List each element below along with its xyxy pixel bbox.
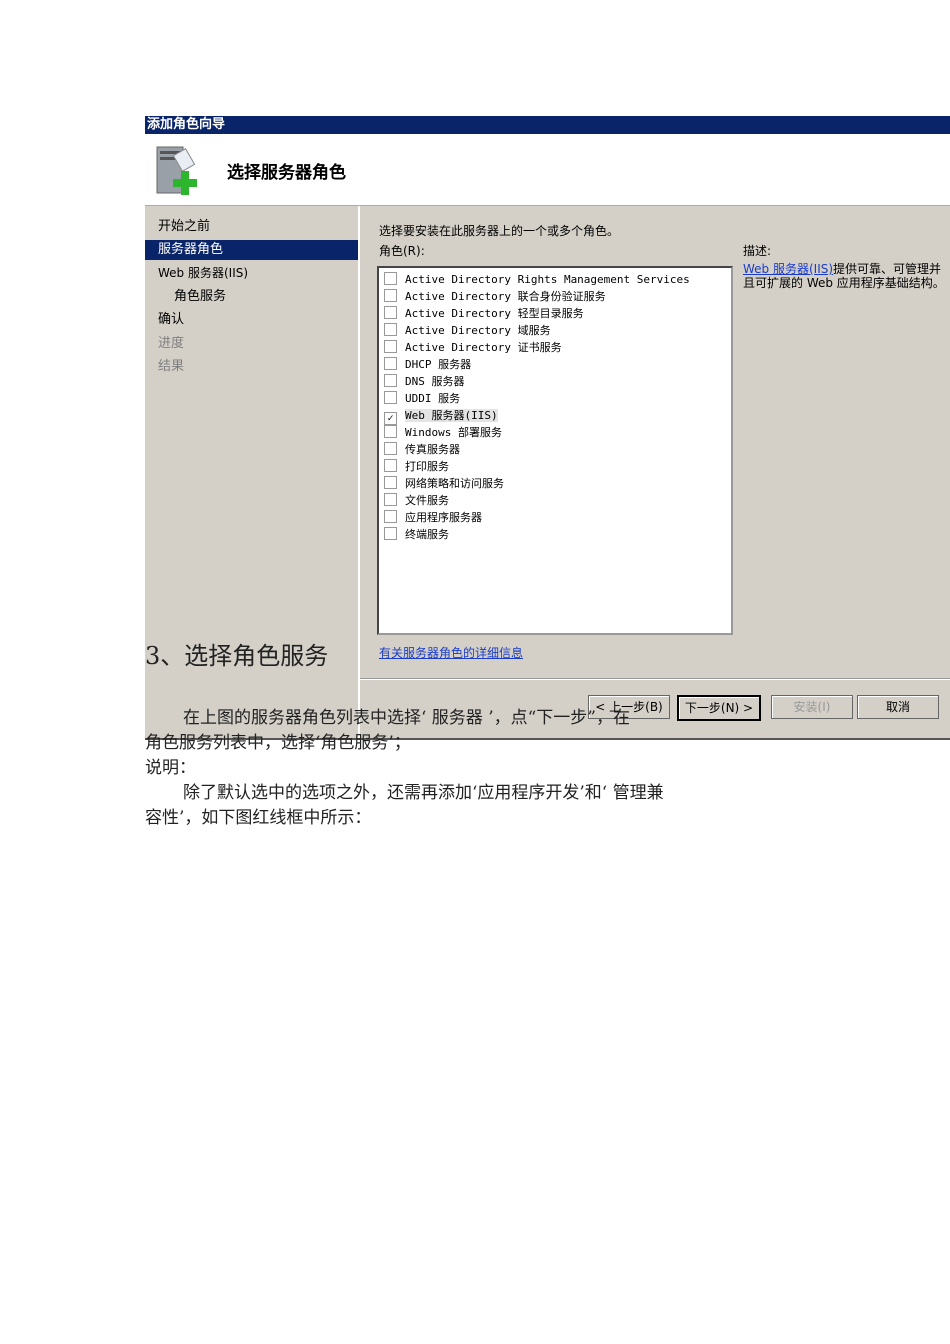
role-item[interactable]: Active Directory 联合身份验证服务 xyxy=(384,288,606,305)
description-label: 描述: xyxy=(743,244,772,258)
nav-web-server-iis[interactable]: Web 服务器(IIS) xyxy=(145,263,358,283)
install-button: 安装(I) xyxy=(771,695,853,719)
server-add-icon xyxy=(156,146,197,195)
role-checkbox[interactable] xyxy=(384,459,397,472)
role-label: Active Directory 域服务 xyxy=(405,324,551,337)
role-checkbox[interactable] xyxy=(384,476,397,489)
role-checkbox[interactable] xyxy=(384,357,397,370)
divider xyxy=(360,678,950,680)
role-checkbox[interactable] xyxy=(384,323,397,336)
role-checkbox[interactable] xyxy=(384,374,397,387)
role-item[interactable]: 网络策略和访问服务 xyxy=(384,475,504,492)
role-label: 网络策略和访问服务 xyxy=(405,477,504,490)
role-item[interactable]: Active Directory Rights Management Servi… xyxy=(384,271,690,288)
nav-server-roles[interactable]: 服务器角色 xyxy=(145,240,358,260)
description: Web 服务器(IIS)提供可靠、可管理并且可扩展的 Web 应用程序基础结构。 xyxy=(743,262,948,290)
role-checkbox[interactable] xyxy=(384,289,397,302)
role-checkbox[interactable] xyxy=(384,272,397,285)
role-label: 传真服务器 xyxy=(405,443,460,456)
nav-confirmation[interactable]: 确认 xyxy=(145,310,358,330)
role-label: Active Directory 轻型目录服务 xyxy=(405,307,584,320)
role-label: UDDI 服务 xyxy=(405,392,461,405)
roles-label: 角色(R): xyxy=(379,244,425,258)
role-item[interactable]: 文件服务 xyxy=(384,492,449,509)
role-item[interactable]: DNS 服务器 xyxy=(384,373,465,390)
role-item[interactable]: Active Directory 证书服务 xyxy=(384,339,562,356)
role-label: DNS 服务器 xyxy=(405,375,465,388)
role-item[interactable]: 应用程序服务器 xyxy=(384,509,482,526)
doc-line-3: 说明： xyxy=(145,758,196,778)
role-label: Active Directory 联合身份验证服务 xyxy=(405,290,606,303)
role-checkbox[interactable] xyxy=(384,425,397,438)
role-item[interactable]: 传真服务器 xyxy=(384,441,460,458)
role-checkbox[interactable] xyxy=(384,493,397,506)
nav-before-you-begin[interactable]: 开始之前 xyxy=(145,217,358,237)
section-heading: 3、选择角色服务 xyxy=(145,642,329,670)
nav-results: 结果 xyxy=(158,359,185,374)
role-checkbox[interactable] xyxy=(384,391,397,404)
role-label: Windows 部署服务 xyxy=(405,426,502,439)
role-checkbox[interactable] xyxy=(384,306,397,319)
role-label: 打印服务 xyxy=(405,460,449,473)
nav-role-services[interactable]: 角色服务 xyxy=(145,287,358,307)
cancel-button[interactable]: 取消 xyxy=(857,695,939,719)
role-item[interactable]: DHCP 服务器 xyxy=(384,356,471,373)
role-item[interactable]: 终端服务 xyxy=(384,526,449,543)
role-label: Active Directory Rights Management Servi… xyxy=(405,273,690,286)
doc-line-4: 除了默认选中的选项之外，还需再添加‘应用程序开发’和‘ 管理兼 xyxy=(183,783,664,803)
more-info-link[interactable]: 有关服务器角色的详细信息 xyxy=(379,644,523,661)
next-button[interactable]: 下一步(N) > xyxy=(677,695,761,721)
roles-list[interactable]: Active Directory Rights Management Servi… xyxy=(377,266,733,635)
nav-progress: 进度 xyxy=(158,336,185,351)
role-item[interactable]: UDDI 服务 xyxy=(384,390,460,407)
role-label: 应用程序服务器 xyxy=(405,511,482,524)
role-checkbox[interactable] xyxy=(384,340,397,353)
role-label: 终端服务 xyxy=(405,528,449,541)
role-label: 文件服务 xyxy=(405,494,449,507)
role-checkbox[interactable] xyxy=(384,527,397,540)
role-item[interactable]: ✓ Web 服务器(IIS) xyxy=(384,407,498,425)
description-link[interactable]: Web 服务器(IIS) xyxy=(743,262,833,276)
role-item[interactable]: Active Directory 轻型目录服务 xyxy=(384,305,584,322)
role-label: Web 服务器(IIS) xyxy=(405,409,498,422)
role-item[interactable]: 打印服务 xyxy=(384,458,449,475)
role-checkbox[interactable] xyxy=(384,510,397,523)
role-item[interactable]: Windows 部署服务 xyxy=(384,424,502,441)
page-title: 选择服务器角色 xyxy=(227,163,346,183)
role-label: Active Directory 证书服务 xyxy=(405,341,562,354)
role-item[interactable]: Active Directory 域服务 xyxy=(384,322,551,339)
doc-line-5: 容性’，如下图红线框中所示： xyxy=(145,808,372,828)
role-checkbox[interactable] xyxy=(384,442,397,455)
doc-line-1: 在上图的服务器角色列表中选择‘ 服务器 ’，点“下一步”，在 xyxy=(183,708,630,728)
instruction-text: 选择要安装在此服务器上的一个或多个角色。 xyxy=(379,224,620,238)
wizard-header: 选择服务器角色 xyxy=(145,134,950,206)
doc-line-2: 角色服务列表中，选择‘角色服务’； xyxy=(145,733,411,753)
window-title: 添加角色向导 xyxy=(145,116,950,134)
role-label: DHCP 服务器 xyxy=(405,358,472,371)
